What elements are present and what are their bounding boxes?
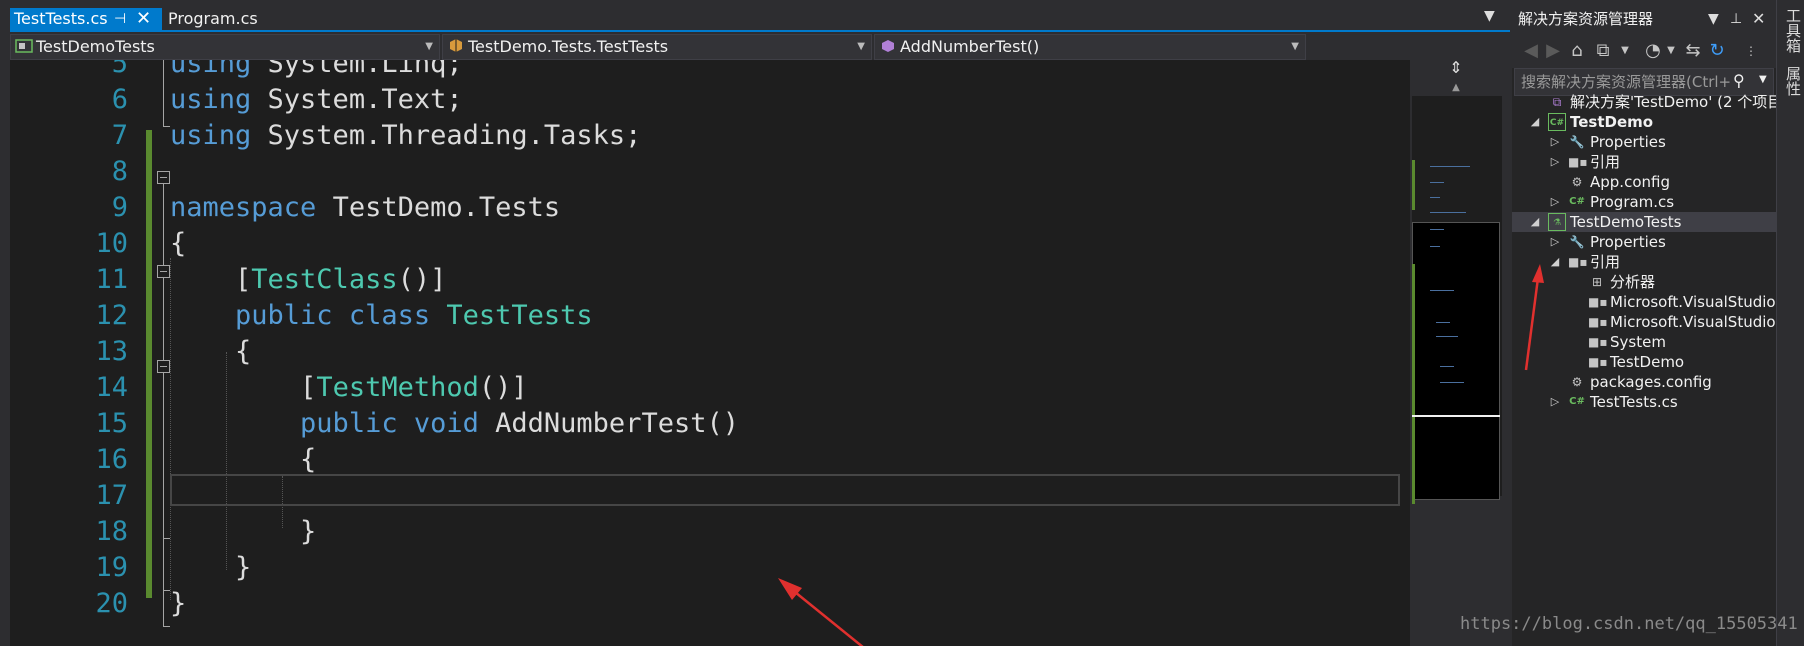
member-dropdown[interactable]: AddNumberTest() ▼ — [874, 34, 1306, 60]
class-dropdown-label: TestDemo.Tests.TestTests — [468, 37, 669, 56]
side-tool-strip: 工具箱 属性 — [1776, 0, 1804, 646]
tab-label: TestTests.cs — [14, 9, 108, 28]
minimap-code — [1430, 182, 1444, 183]
chevron-down-icon: ▼ — [1291, 41, 1299, 52]
annotation-arrow — [778, 578, 864, 646]
properties-side-tab[interactable]: 属性 — [1783, 66, 1804, 96]
class-icon — [447, 37, 465, 53]
code-editor[interactable]: 5 6 7 8 9 10 11 12 13 14 15 16 17 18 19 20 using System… — [10, 60, 1410, 646]
project-dropdown-label: TestDemoTests — [36, 37, 155, 56]
minimap-code — [1430, 197, 1440, 198]
tab-program-cs[interactable]: Program.cs — [160, 8, 266, 30]
minimap-code — [1440, 366, 1454, 367]
method-icon — [879, 37, 897, 53]
minimap-code — [1430, 229, 1444, 230]
project-dropdown[interactable]: TestDemoTests ▼ — [10, 34, 440, 60]
minimap-scrollbar[interactable]: ⇕ ▲ — [1410, 60, 1502, 646]
scroll-up-icon[interactable]: ▲ — [1410, 82, 1502, 93]
minimap-code — [1430, 166, 1470, 167]
minimap-code — [1436, 336, 1458, 337]
member-dropdown-label: AddNumberTest() — [900, 37, 1040, 56]
minimap-code — [1430, 246, 1440, 247]
class-dropdown[interactable]: TestDemo.Tests.TestTests ▼ — [442, 34, 872, 60]
tab-label: Program.cs — [168, 9, 258, 28]
close-icon[interactable]: ✕ — [136, 8, 151, 30]
active-tab-underline — [10, 30, 1510, 32]
minimap-code — [1440, 382, 1464, 383]
chevron-down-icon: ▼ — [857, 41, 865, 52]
chevron-down-icon[interactable]: ▼ — [1484, 8, 1495, 24]
minimap-change-marker — [1412, 264, 1415, 504]
pin-icon[interactable]: ⊣ — [114, 8, 126, 30]
chevron-down-icon: ▼ — [425, 41, 433, 52]
minimap-viewport[interactable] — [1412, 222, 1500, 500]
navigation-bar: TestDemoTests ▼ TestDemo.Tests.TestTests… — [10, 34, 1510, 60]
minimap-change-marker — [1412, 160, 1415, 210]
watermark: https://blog.csdn.net/qq_15505341 — [1460, 614, 1798, 634]
annotation-arrow — [1524, 264, 1544, 371]
minimap-code — [1436, 322, 1450, 323]
tab-testtests-cs[interactable]: TestTests.cs ⊣ ✕ — [10, 8, 162, 30]
minimap-code — [1430, 212, 1466, 213]
toolbox-side-tab[interactable]: 工具箱 — [1783, 8, 1804, 53]
split-window-icon[interactable]: ⇕ — [1410, 60, 1502, 78]
solution-explorer: 解决方案资源管理器 ▼ ⊥ ✕ ◀ ▶ ⌂ ⧉ ▼ ◔ ▼ ⇆ ↻ ⋮ ⚲ ▼ … — [1512, 0, 1776, 646]
minimap-caret-line — [1412, 415, 1500, 417]
minimap-code — [1430, 290, 1454, 291]
project-icon — [15, 37, 33, 53]
